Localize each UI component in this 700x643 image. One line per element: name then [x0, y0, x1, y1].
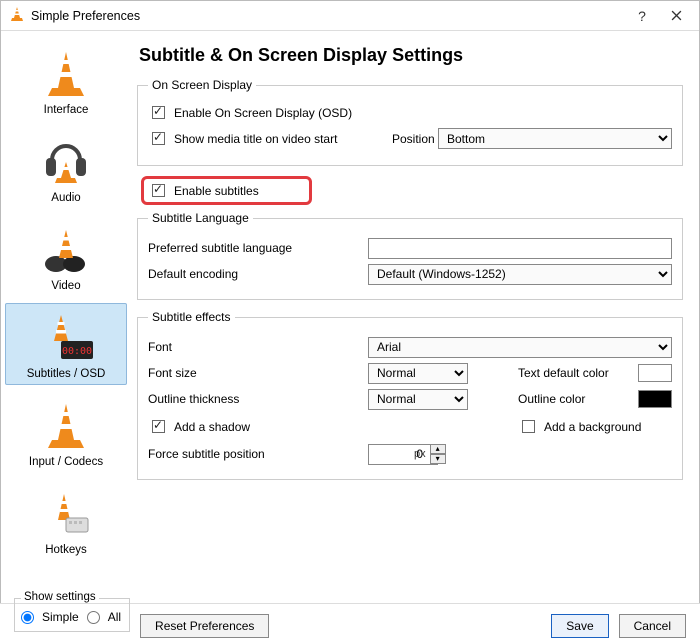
mode-simple-radio[interactable]: Simple	[21, 610, 79, 624]
enable-subtitles-checkbox[interactable]	[152, 184, 165, 197]
svg-text:00:00: 00:00	[62, 346, 92, 357]
sidebar-item-label: Audio	[6, 192, 126, 204]
subtitles-cone-icon: 00:00	[6, 310, 126, 366]
default-encoding-select[interactable]: Default (Windows-1252)	[368, 264, 672, 285]
mode-all-radio[interactable]: All	[87, 610, 121, 624]
sidebar-item-label: Subtitles / OSD	[6, 368, 126, 380]
text-color-swatch[interactable]	[638, 364, 672, 382]
show-settings-group: Show settings Simple All	[14, 598, 130, 632]
sidebar-item-input-codecs[interactable]: Input / Codecs	[5, 391, 127, 473]
group-legend: Subtitle Language	[148, 211, 253, 225]
enable-osd-checkbox[interactable]	[152, 106, 165, 119]
titlebar: Simple Preferences ?	[1, 1, 699, 31]
main-panel: Subtitle & On Screen Display Settings On…	[131, 31, 699, 604]
window-title: Simple Preferences	[31, 9, 625, 23]
sidebar-item-audio[interactable]: Audio	[5, 127, 127, 209]
preferred-language-label: Preferred subtitle language	[148, 241, 368, 255]
add-shadow-checkbox[interactable]	[152, 420, 165, 433]
font-size-select[interactable]: Normal	[368, 363, 468, 384]
font-size-label: Font size	[148, 366, 368, 380]
close-button[interactable]	[659, 2, 693, 30]
force-position-label: Force subtitle position	[148, 447, 368, 461]
sidebar-item-interface[interactable]: Interface	[5, 39, 127, 121]
sidebar-item-label: Interface	[6, 104, 126, 116]
spinner-down-icon[interactable]: ▾	[430, 454, 446, 464]
sidebar-item-label: Video	[6, 280, 126, 292]
add-background-checkbox[interactable]	[522, 420, 535, 433]
headphones-cone-icon	[6, 134, 126, 190]
enable-subtitles-label: Enable subtitles	[174, 184, 259, 198]
sidebar-item-hotkeys[interactable]: Hotkeys	[5, 479, 127, 561]
cancel-button[interactable]: Cancel	[619, 614, 686, 638]
spinner-up-icon[interactable]: ▴	[430, 444, 446, 454]
sidebar-item-subtitles[interactable]: 00:00 Subtitles / OSD	[5, 303, 127, 385]
font-select[interactable]: Arial	[368, 337, 672, 358]
default-encoding-label: Default encoding	[148, 267, 368, 281]
cone-icon	[6, 46, 126, 102]
sidebar-item-label: Hotkeys	[6, 544, 126, 556]
help-button[interactable]: ?	[625, 2, 659, 30]
force-position-input[interactable]	[368, 444, 438, 465]
group-legend: Subtitle effects	[148, 310, 235, 324]
reset-preferences-button[interactable]: Reset Preferences	[140, 614, 269, 638]
enable-subtitles-highlight: Enable subtitles	[141, 176, 312, 205]
preferred-language-input[interactable]	[368, 238, 672, 259]
vlc-logo-icon	[9, 6, 25, 25]
position-select[interactable]: Bottom	[438, 128, 672, 149]
outline-thickness-label: Outline thickness	[148, 392, 368, 406]
sidebar: Interface Audio Video 00:00 Subtitles / …	[1, 31, 131, 604]
film-cone-icon	[6, 222, 126, 278]
font-label: Font	[148, 340, 368, 354]
hotkey-cone-icon	[6, 486, 126, 542]
subtitle-language-group: Subtitle Language Preferred subtitle lan…	[137, 211, 683, 300]
position-label: Position	[392, 132, 438, 146]
group-legend: On Screen Display	[148, 78, 256, 92]
text-color-label: Text default color	[518, 366, 628, 380]
show-media-title-checkbox[interactable]	[152, 132, 165, 145]
enable-osd-label: Enable On Screen Display (OSD)	[174, 106, 352, 120]
cone-icon	[6, 398, 126, 454]
page-title: Subtitle & On Screen Display Settings	[139, 45, 683, 66]
outline-color-swatch[interactable]	[638, 390, 672, 408]
save-button[interactable]: Save	[551, 614, 608, 638]
bottom-bar: Show settings Simple All Reset Preferenc…	[0, 603, 700, 643]
add-shadow-label: Add a shadow	[174, 420, 250, 434]
force-position-spinner[interactable]: px ▴ ▾	[368, 444, 446, 465]
show-settings-label: Show settings	[21, 591, 99, 603]
add-background-label: Add a background	[544, 420, 641, 434]
subtitle-effects-group: Subtitle effects Font Arial Font size No…	[137, 310, 683, 480]
show-media-title-label: Show media title on video start	[174, 132, 337, 146]
sidebar-item-label: Input / Codecs	[6, 456, 126, 468]
outline-color-label: Outline color	[518, 392, 628, 406]
outline-thickness-select[interactable]: Normal	[368, 389, 468, 410]
osd-group: On Screen Display Enable On Screen Displ…	[137, 78, 683, 166]
sidebar-item-video[interactable]: Video	[5, 215, 127, 297]
